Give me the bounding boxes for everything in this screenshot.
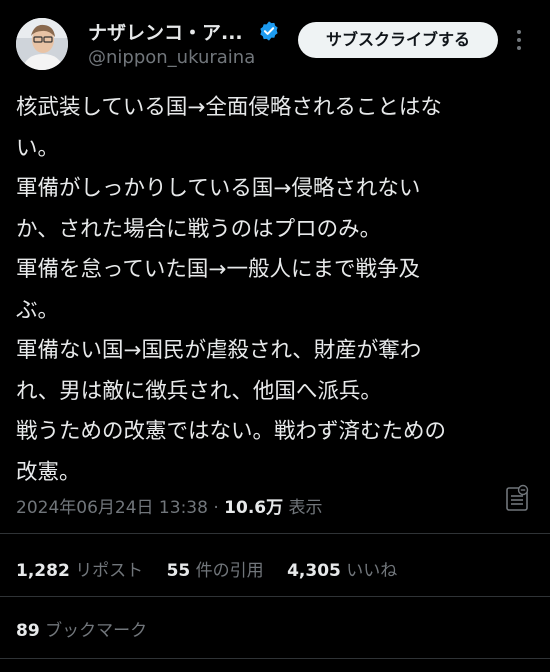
author-display-name[interactable]: ナザレンコ・ア...	[88, 18, 243, 45]
quotes-label: 件の引用	[195, 561, 264, 581]
likes-label: いいね	[346, 561, 398, 581]
tweet-line: 核武装している国→全面侵略されることはな	[16, 95, 442, 120]
more-options-icon[interactable]	[512, 30, 526, 52]
tweet-line: 軍備がしっかりしている国→侵略されない	[16, 176, 421, 201]
avatar[interactable]	[16, 18, 68, 70]
tweet-line: 軍備を怠っていた国→一般人にまで戦争及	[16, 257, 420, 282]
divider	[0, 596, 550, 597]
verified-badge-icon	[260, 21, 278, 41]
analytics-icon[interactable]	[504, 484, 530, 512]
tweet-line: れ、男は敵に徴兵され、他国へ派兵。	[16, 378, 382, 404]
quotes-count: 55	[166, 561, 191, 581]
reposts-label: リポスト	[75, 561, 144, 581]
views-count: 10.6万	[224, 498, 284, 518]
reposts-stat[interactable]: 1,282 リポスト	[16, 561, 143, 581]
views-label: 表示	[288, 498, 323, 518]
tweet-line: か、された場合に戦うのはプロのみ。	[16, 216, 382, 242]
divider	[0, 533, 550, 534]
tweet-meta: 2024年06月24日 13:38 · 10.6万 表示	[16, 493, 323, 518]
tweet-line: 戦うための改憲ではない。戦わず済むための	[16, 419, 447, 444]
subscribe-button[interactable]: サブスクライブする	[298, 22, 498, 58]
tweet-line: 改憲。	[16, 459, 81, 485]
tweet-text: 核武装している国→全面侵略されることはな い。 軍備がしっかりしている国→侵略さ…	[16, 88, 536, 493]
tweet-line: 軍備ない国→国民が虐殺され、財産が奪わ	[16, 338, 422, 363]
author-handle[interactable]: @nippon_ukuraina	[88, 47, 255, 68]
bookmarks-stat[interactable]: 89 ブックマーク	[16, 616, 147, 641]
reposts-count: 1,282	[16, 561, 70, 581]
bookmarks-label: ブックマーク	[45, 621, 148, 641]
bookmarks-count: 89	[16, 621, 40, 641]
engagement-stats: 1,282 リポスト 55 件の引用 4,305 いいね	[16, 556, 415, 581]
meta-separator: ·	[213, 498, 219, 518]
tweet-line: い。	[16, 135, 60, 161]
tweet-line: ぶ。	[16, 297, 60, 323]
divider	[0, 658, 550, 659]
likes-count: 4,305	[287, 561, 341, 581]
quotes-stat[interactable]: 55 件の引用	[167, 561, 264, 581]
timestamp[interactable]: 2024年06月24日 13:38	[16, 498, 208, 518]
likes-stat[interactable]: 4,305 いいね	[287, 561, 397, 581]
